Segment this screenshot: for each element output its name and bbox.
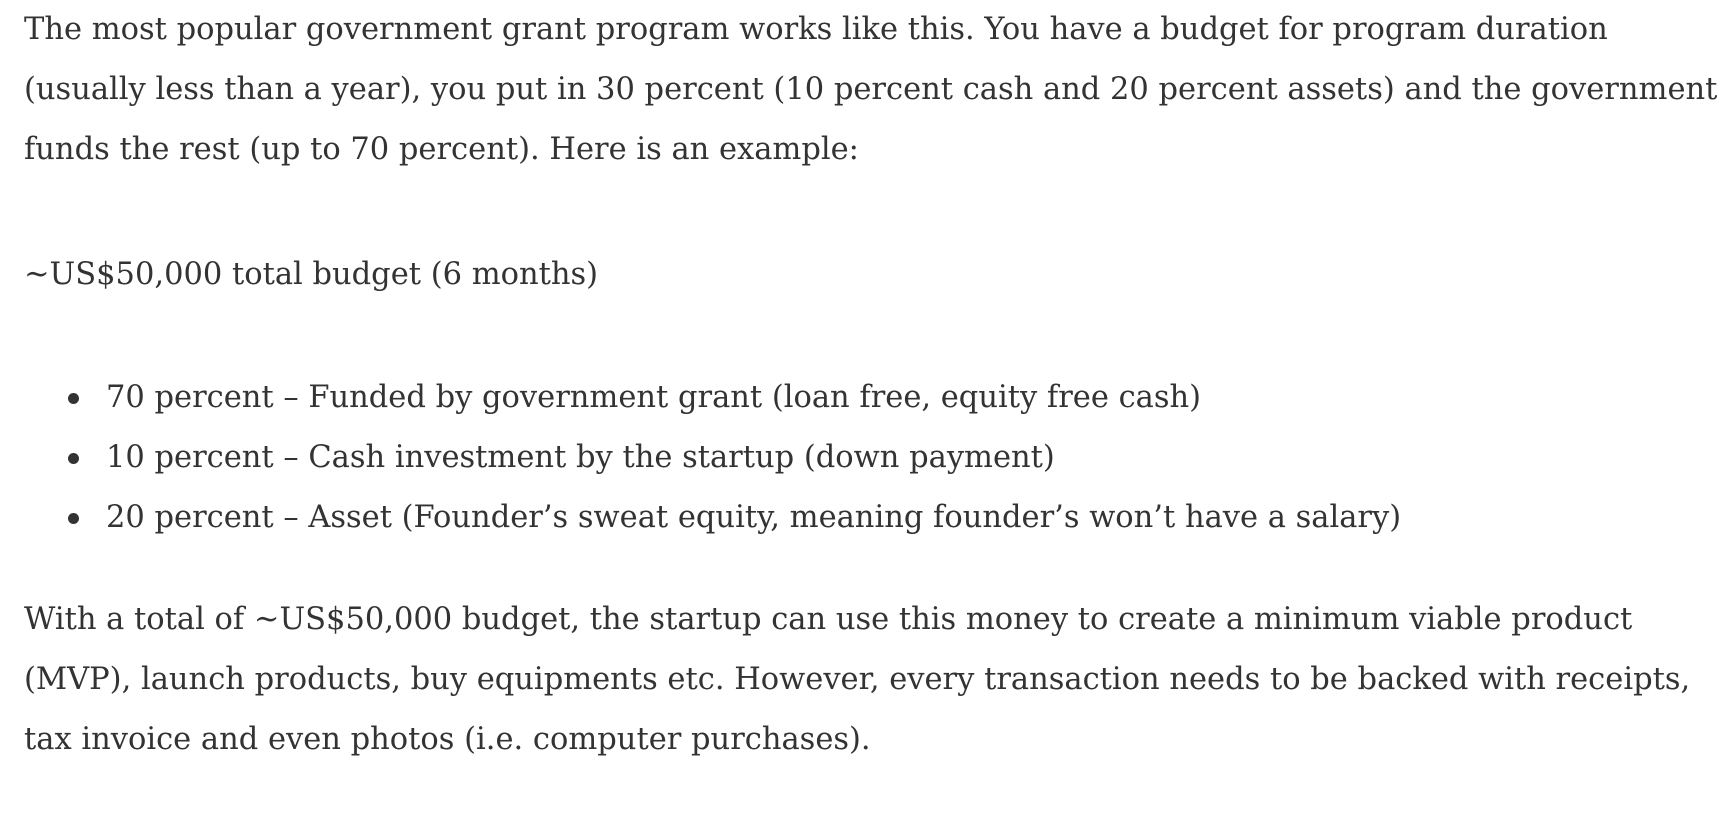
bullet-icon bbox=[68, 513, 79, 524]
list-item: 10 percent – Cash investment by the star… bbox=[24, 428, 1401, 488]
list-item-text: 20 percent – Asset (Founder’s sweat equi… bbox=[106, 500, 1402, 535]
list-item-text: 10 percent – Cash investment by the star… bbox=[106, 440, 1055, 475]
intro-paragraph: The most popular government grant progra… bbox=[24, 12, 1718, 167]
bullet-icon bbox=[68, 453, 79, 464]
list-item: 70 percent – Funded by government grant … bbox=[24, 368, 1401, 428]
list-item-text: 70 percent – Funded by government grant … bbox=[106, 380, 1202, 415]
conclusion-paragraph: With a total of ~US$50,000 budget, the s… bbox=[24, 602, 1691, 757]
budget-summary: ~US$50,000 total budget (6 months) bbox=[24, 257, 599, 292]
list-item: 20 percent – Asset (Founder’s sweat equi… bbox=[24, 488, 1401, 548]
bullet-icon bbox=[68, 393, 79, 404]
budget-breakdown-list: 70 percent – Funded by government grant … bbox=[24, 368, 1401, 548]
